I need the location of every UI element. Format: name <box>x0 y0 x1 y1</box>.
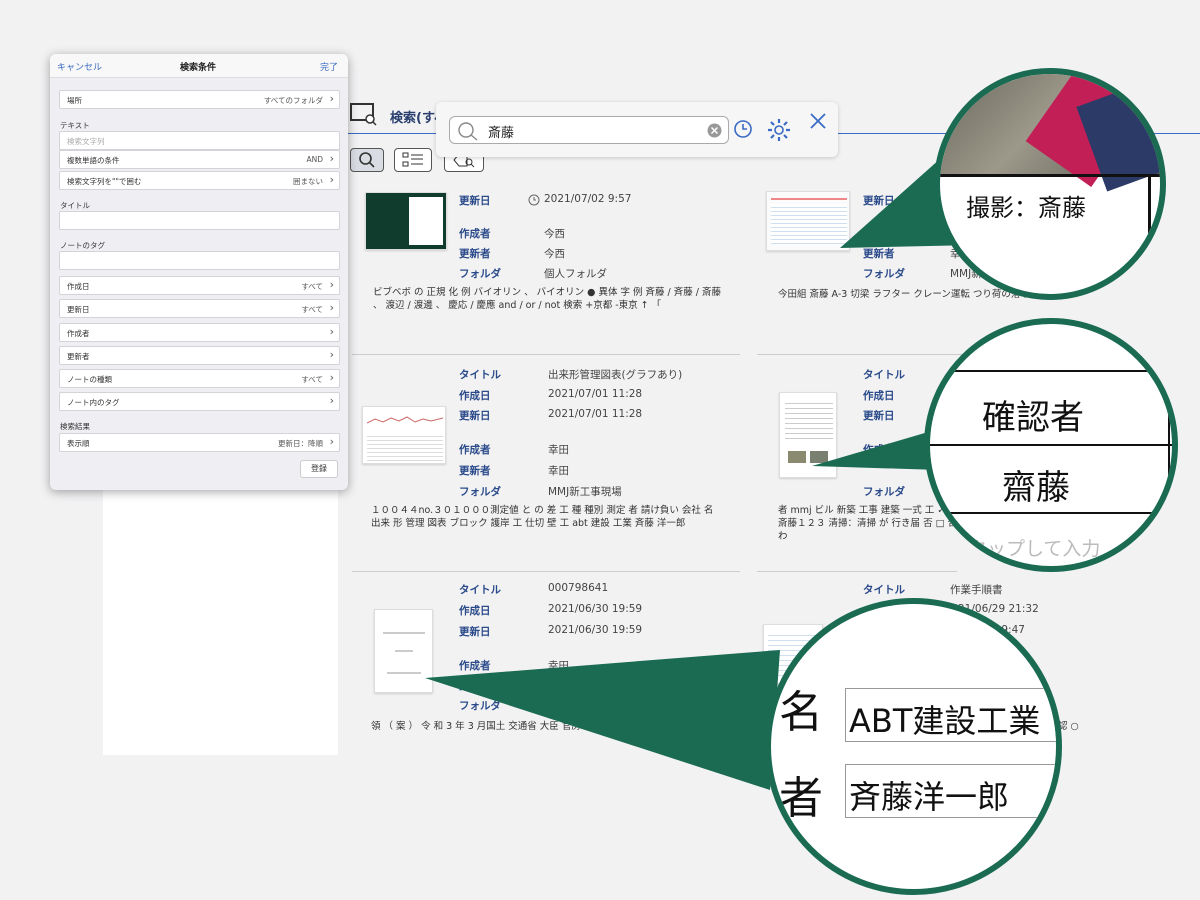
chevron-right-icon: › <box>329 301 334 314</box>
sort-order-value: 更新日：降順 <box>278 439 323 448</box>
register-button[interactable]: 登録 <box>300 460 338 478</box>
search-conditions-dialog: キャンセル 検索条件 完了 場所 すべてのフォルダ › テキスト 検索文字列 複数単… <box>50 54 348 490</box>
note-type-label: ノートの種類 <box>67 375 112 384</box>
updater-label: 更新者 <box>67 352 90 361</box>
form-label-name: 名 <box>779 687 823 738</box>
chevron-right-icon: › <box>329 348 334 361</box>
form-company-value: ABT建設工業 <box>849 702 1041 740</box>
zoom-photo-caption: 撮影：斎藤 <box>966 194 1086 222</box>
place-row[interactable]: 場所 すべてのフォルダ › <box>59 90 340 109</box>
updater-row[interactable]: 更新者 › <box>59 346 340 365</box>
form-label-person: 者 <box>779 773 823 824</box>
chevron-right-icon: › <box>329 435 334 448</box>
inner-tag-label: ノート内のタグ <box>67 398 120 407</box>
dialog-header: キャンセル 検索条件 完了 <box>50 54 348 78</box>
tap-to-input-hint: タップして入力 <box>968 538 1101 560</box>
quote-row[interactable]: 検索文字列を""で囲む 囲まない › <box>59 171 340 190</box>
multi-word-label: 複数単語の条件 <box>67 156 120 165</box>
sort-order-row[interactable]: 表示順 更新日：降順 › <box>59 433 340 452</box>
created-date-label: 作成日 <box>67 282 90 291</box>
checker-label: 確認者 <box>982 398 1084 438</box>
created-date-value: すべて <box>301 282 323 291</box>
inner-tag-row[interactable]: ノート内のタグ › <box>59 392 340 411</box>
created-date-row[interactable]: 作成日 すべて › <box>59 276 340 295</box>
cancel-button[interactable]: キャンセル <box>57 60 102 73</box>
chevron-right-icon: › <box>329 325 334 338</box>
text-section-label: テキスト <box>60 121 90 130</box>
form-person-value: 斉藤洋一郎 <box>849 778 1010 816</box>
quote-label: 検索文字列を""で囲む <box>67 177 142 186</box>
note-type-value: すべて <box>301 375 323 384</box>
tag-input[interactable] <box>59 251 340 270</box>
zoom-circle-checker: 確認者 齋藤 タップして入力 <box>924 318 1178 572</box>
place-value: すべてのフォルダ <box>263 96 323 105</box>
zoom-photo <box>940 74 1160 192</box>
updated-date-label: 更新日 <box>67 305 90 314</box>
updated-date-row[interactable]: 更新日 すべて › <box>59 299 340 318</box>
chevron-right-icon: › <box>329 394 334 407</box>
done-button[interactable]: 完了 <box>320 60 338 73</box>
callout-wedge-2 <box>812 430 940 470</box>
chevron-right-icon: › <box>329 278 334 291</box>
checker-name: 齋藤 <box>1002 468 1070 508</box>
text-placeholder: 検索文字列 <box>67 137 105 146</box>
text-input[interactable]: 検索文字列 <box>59 131 340 150</box>
note-type-row[interactable]: ノートの種類 すべて › <box>59 369 340 388</box>
place-label: 場所 <box>67 96 82 105</box>
quote-value: 囲まない <box>293 177 323 186</box>
chevron-right-icon: › <box>329 371 334 384</box>
zoom-circle-form: 名 ABT建設工業 者 斉藤洋一郎 <box>765 598 1062 895</box>
callout-wedge-3 <box>425 650 780 790</box>
multi-word-row[interactable]: 複数単語の条件 AND › <box>59 150 340 169</box>
sort-order-label: 表示順 <box>67 439 90 448</box>
chevron-right-icon: › <box>329 92 334 105</box>
title-input[interactable] <box>59 211 340 230</box>
dialog-title: 検索条件 <box>180 63 217 73</box>
zoom-circle-photo: 撮影：斎藤 <box>934 68 1166 300</box>
author-label: 作成者 <box>67 329 90 338</box>
result-section-label: 検索結果 <box>60 422 90 431</box>
chevron-right-icon: › <box>329 152 334 165</box>
chevron-right-icon: › <box>329 173 334 186</box>
tag-section-label: ノートのタグ <box>60 241 105 250</box>
updated-date-value: すべて <box>301 305 323 314</box>
title-section-label: タイトル <box>60 201 90 210</box>
author-row[interactable]: 作成者 › <box>59 323 340 342</box>
multi-word-value: AND <box>306 155 323 164</box>
